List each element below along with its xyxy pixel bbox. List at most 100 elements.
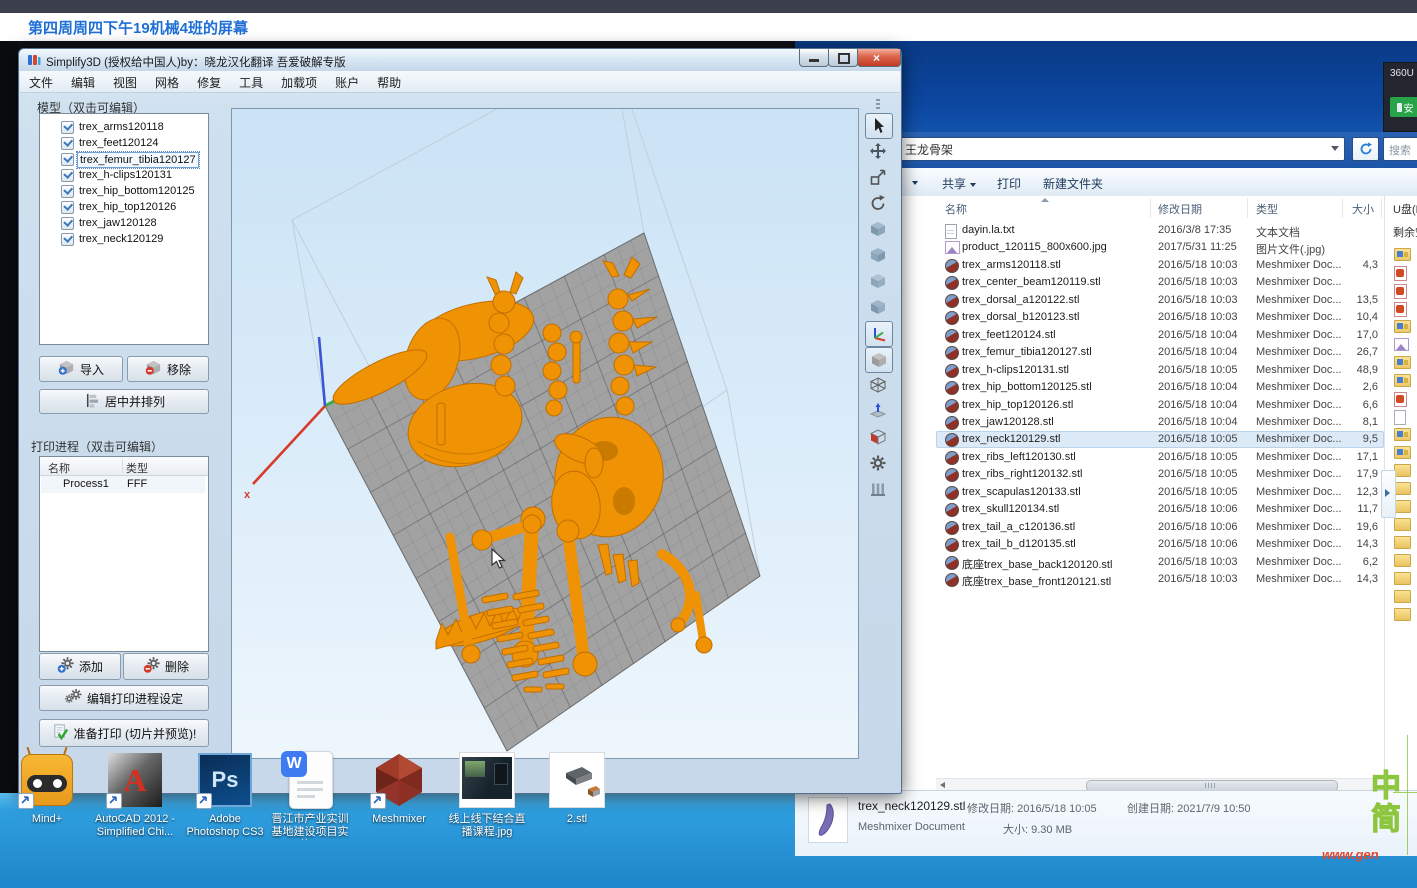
desktop-icon-jpg-file[interactable]: 线上线下结合直播课程.jpg [445, 751, 529, 847]
file-row[interactable]: trex_hip_bottom120125.stl2016/5/18 10:04… [936, 379, 1384, 396]
refresh-button[interactable] [1352, 137, 1379, 161]
file-row[interactable]: trex_neck120129.stl2016/5/18 10:05Meshmi… [936, 431, 1384, 448]
desktop-icon-stl-file[interactable]: 2.stl [535, 751, 619, 847]
file-row[interactable]: trex_ribs_right120132.stl2016/5/18 10:05… [936, 466, 1384, 483]
model-checkbox[interactable] [61, 137, 74, 150]
ppt-file-icon[interactable] [1394, 302, 1410, 316]
menu-2[interactable]: 编辑 [62, 71, 104, 94]
file-row[interactable]: trex_center_beam120119.stl2016/5/18 10:0… [936, 274, 1384, 291]
file-row[interactable]: trex_dorsal_a120122.stl2016/5/18 10:03Me… [936, 292, 1384, 309]
media-folder-icon[interactable] [1394, 428, 1410, 442]
file-row[interactable]: trex_h-clips120131.stl2016/5/18 10:05Mes… [936, 362, 1384, 379]
ppt-file-icon[interactable] [1394, 284, 1410, 298]
file-row[interactable]: trex_skull120134.stl2016/5/18 10:06Meshm… [936, 501, 1384, 518]
search-box[interactable]: 搜索 [1383, 137, 1417, 161]
process-col-name[interactable]: 名称 [48, 460, 70, 476]
machine-settings-gear-icon[interactable] [865, 451, 891, 475]
desktop-icon-autocad[interactable]: AAutoCAD 2012 - Simplified Chi... [93, 751, 177, 847]
wireframe-view-cube-icon[interactable] [865, 373, 891, 397]
support-structures-icon[interactable] [865, 477, 891, 501]
menu-1[interactable]: 文件 [20, 71, 62, 94]
menu-6[interactable]: 工具 [230, 71, 272, 94]
folder-icon[interactable] [1394, 518, 1410, 532]
file-row[interactable]: trex_jaw120128.stl2016/5/18 10:04Meshmix… [936, 414, 1384, 431]
view-cube-side-icon[interactable] [865, 243, 891, 267]
file-row[interactable]: trex_dorsal_b120123.stl2016/5/18 10:03Me… [936, 309, 1384, 326]
menu-4[interactable]: 网格 [146, 71, 188, 94]
surface-normal-icon[interactable] [865, 399, 891, 423]
folder-icon[interactable] [1394, 572, 1410, 586]
model-checkbox[interactable] [61, 185, 74, 198]
folder-icon[interactable] [1394, 482, 1410, 496]
scroll-left-arrow-icon[interactable] [940, 782, 945, 788]
column-header-modified[interactable]: 修改日期 [1158, 201, 1202, 217]
menu-3[interactable]: 视图 [104, 71, 146, 94]
edit-process-button[interactable]: 编辑打印进程设定 [39, 685, 209, 711]
model-checkbox[interactable] [61, 121, 74, 134]
media-folder-icon[interactable] [1394, 356, 1410, 370]
desktop-icon-photoshop[interactable]: PsAdobe Photoshop CS3 [183, 751, 267, 847]
folder-icon[interactable] [1394, 464, 1410, 478]
file-row[interactable]: trex_arms120118.stl2016/5/18 10:03Meshmi… [936, 257, 1384, 274]
view-cube-front-icon[interactable] [865, 217, 891, 241]
toolbar-hidden-caret[interactable] [908, 175, 918, 189]
build-plate-viewport[interactable]: x [231, 108, 859, 759]
import-button[interactable]: 导入 [39, 356, 123, 382]
process-col-type[interactable]: 类型 [126, 460, 148, 476]
file-row[interactable]: trex_scapulas120133.stl2016/5/18 10:05Me… [936, 484, 1384, 501]
blank-file-icon[interactable] [1394, 410, 1410, 424]
media-folder-icon[interactable] [1394, 374, 1410, 388]
desktop-icon-mindplus[interactable]: Mind+ [5, 751, 89, 847]
rotate-tool-icon[interactable] [865, 191, 891, 215]
process-row[interactable]: Process1 FFF [41, 476, 205, 493]
media-folder-icon[interactable] [1394, 320, 1410, 334]
scale-tool-icon[interactable] [865, 165, 891, 189]
menu-7[interactable]: 加载项 [272, 71, 326, 94]
preview-pane-expander[interactable] [1381, 470, 1396, 518]
desktop-icon-meshmixer[interactable]: Meshmixer [357, 751, 441, 847]
model-checkbox[interactable] [61, 201, 74, 214]
model-checkbox[interactable] [61, 233, 74, 246]
folder-icon[interactable] [1394, 554, 1410, 568]
close-button[interactable]: × [857, 49, 901, 67]
model-checkbox[interactable] [61, 153, 74, 166]
column-header-type[interactable]: 类型 [1256, 201, 1278, 217]
remove-button[interactable]: 移除 [127, 356, 209, 382]
ppt-file-icon[interactable] [1394, 392, 1410, 406]
address-dropdown-icon[interactable] [1331, 146, 1339, 151]
popup-360-install-button[interactable]: 安 [1390, 97, 1417, 117]
print-button[interactable]: 打印 [997, 175, 1021, 192]
cross-section-icon[interactable] [865, 425, 891, 449]
new-folder-button[interactable]: 新建文件夹 [1043, 175, 1103, 192]
file-row[interactable]: trex_ribs_left120130.stl2016/5/18 10:05M… [936, 449, 1384, 466]
prepare-print-button[interactable]: 准备打印 (切片并预览)! [39, 719, 209, 747]
file-row[interactable]: dayin.la.txt2016/3/8 17:35文本文档 [936, 222, 1384, 239]
menu-5[interactable]: 修复 [188, 71, 230, 94]
ppt-file-icon[interactable] [1394, 266, 1410, 280]
file-row[interactable]: 底座trex_base_front120121.stl2016/5/18 10:… [936, 571, 1384, 588]
file-row[interactable]: trex_feet120124.stl2016/5/18 10:04Meshmi… [936, 327, 1384, 344]
menu-8[interactable]: 账户 [326, 71, 368, 94]
desktop-icon-wps-doc[interactable]: W晋江市产业实训基地建设项目实施... [268, 751, 352, 847]
column-header-size[interactable]: 大小 [1352, 201, 1374, 217]
simplify3d-titlebar[interactable]: Simplify3D (授权给中国人)by：晓龙汉化翻译 吾爱破解专版 × [19, 49, 901, 71]
file-row[interactable]: trex_tail_a_c120136.stl2016/5/18 10:06Me… [936, 519, 1384, 536]
media-folder-icon[interactable] [1394, 248, 1410, 262]
folder-icon[interactable] [1394, 608, 1410, 622]
model-checkbox[interactable] [61, 217, 74, 230]
share-button[interactable]: 共享 [942, 175, 976, 192]
file-row[interactable]: trex_femur_tibia120127.stl2016/5/18 10:0… [936, 344, 1384, 361]
folder-icon[interactable] [1394, 590, 1410, 604]
add-process-button[interactable]: 添加 [39, 653, 121, 680]
coordinate-axes-icon[interactable] [865, 321, 893, 347]
file-row[interactable]: 底座trex_base_back120120.stl2016/5/18 10:0… [936, 554, 1384, 571]
view-cube-iso-icon[interactable] [865, 295, 891, 319]
image-file-icon[interactable] [1394, 338, 1410, 352]
menu-9[interactable]: 帮助 [368, 71, 410, 94]
folder-icon[interactable] [1394, 536, 1410, 550]
file-row[interactable]: product_120115_800x600.jpg2017/5/31 11:2… [936, 239, 1384, 256]
solid-view-cube-icon[interactable] [865, 347, 893, 373]
media-folder-icon[interactable] [1394, 446, 1410, 460]
file-row[interactable]: trex_hip_top120126.stl2016/5/18 10:04Mes… [936, 397, 1384, 414]
move-tool-icon[interactable] [865, 139, 891, 163]
